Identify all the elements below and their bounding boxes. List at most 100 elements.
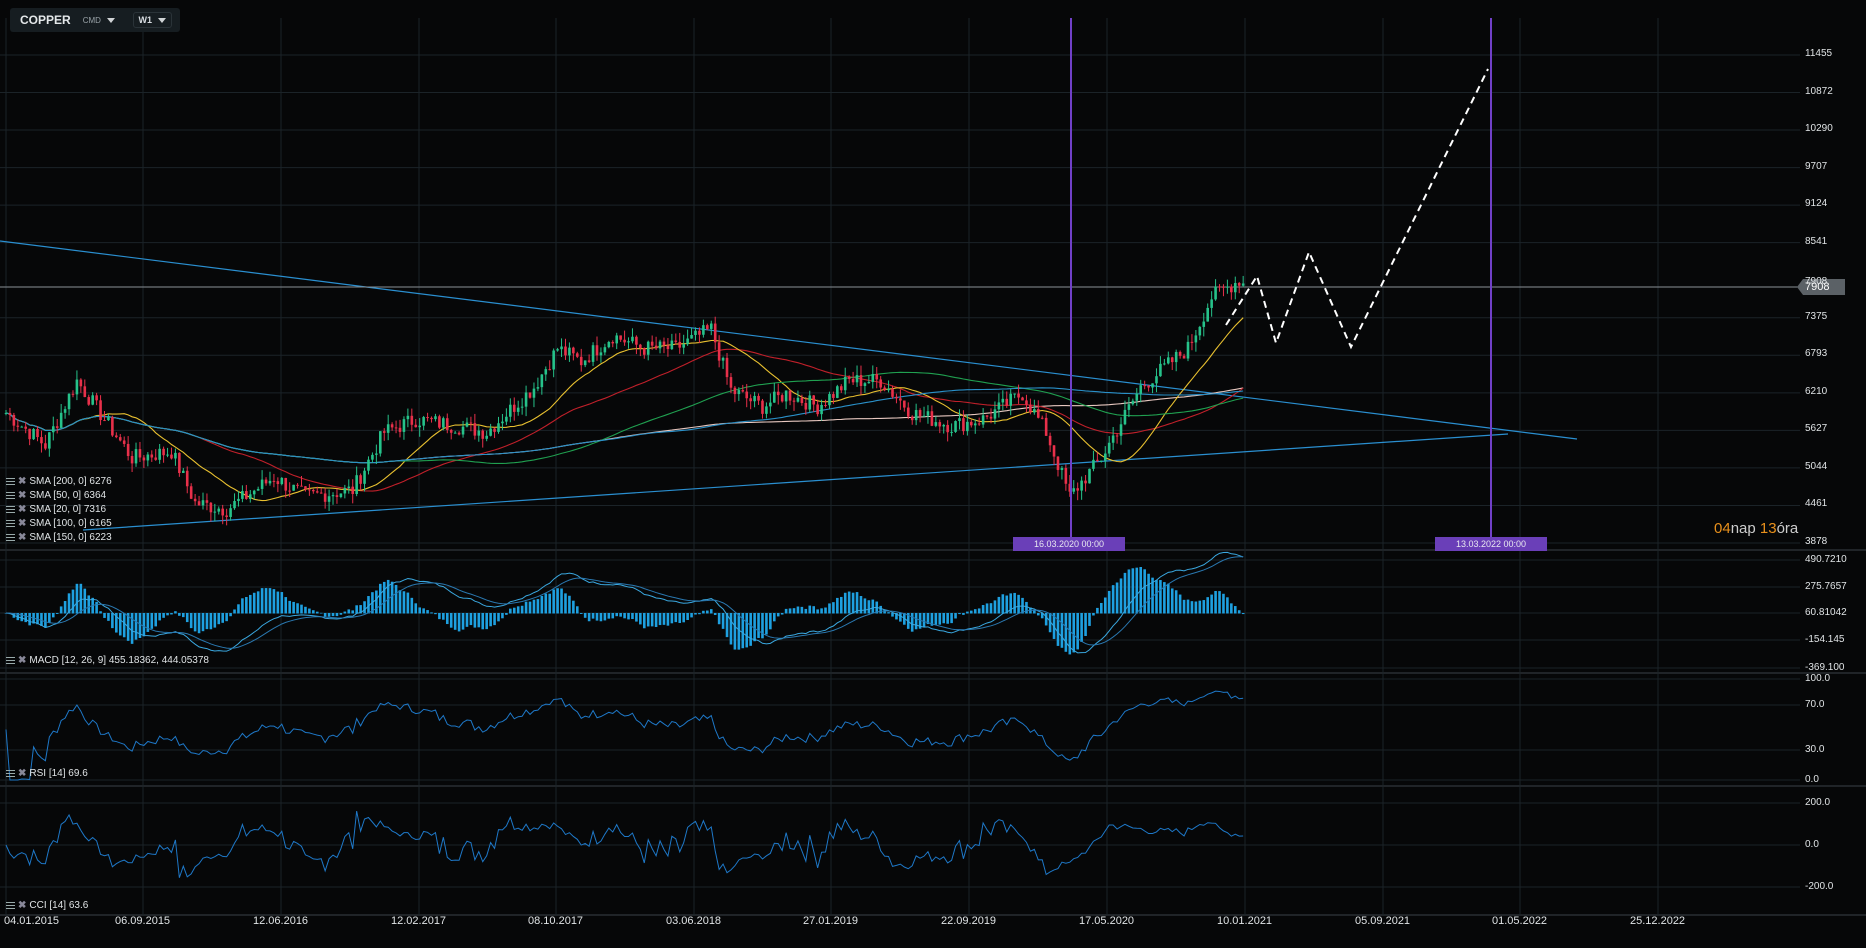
remove-icon[interactable]: ✖ xyxy=(18,655,26,666)
remove-icon[interactable]: ✖ xyxy=(18,476,26,487)
symbol-toolbar: COPPER CMD W1 xyxy=(10,8,180,32)
macd-histogram-bar xyxy=(237,604,240,614)
symbol-dropdown-icon[interactable] xyxy=(106,17,115,23)
settings-icon[interactable] xyxy=(6,492,15,499)
macd-histogram-bar xyxy=(268,588,272,614)
candle-body xyxy=(1202,321,1206,327)
candle-body xyxy=(560,346,563,350)
price-tick-label: 7908 xyxy=(1805,276,1828,288)
macd-histogram-bar xyxy=(524,601,528,614)
settings-icon[interactable] xyxy=(6,478,15,485)
candle-body xyxy=(867,381,871,384)
candle-body xyxy=(1186,341,1190,359)
candle-body xyxy=(654,345,658,349)
macd-histogram-bar xyxy=(201,613,205,632)
candle-body xyxy=(59,412,63,428)
candle-body xyxy=(993,409,997,419)
candle-body xyxy=(449,429,453,433)
macd-histogram-bar xyxy=(532,599,536,614)
indicator-label: SMA [200, 0] 6276 xyxy=(29,476,112,487)
candle-body xyxy=(241,491,244,499)
macd-histogram-bar xyxy=(717,613,721,625)
remove-icon[interactable]: ✖ xyxy=(18,490,26,501)
macd-histogram-bar xyxy=(962,613,965,615)
macd-histogram-bar xyxy=(1001,594,1005,614)
remove-icon[interactable]: ✖ xyxy=(18,518,26,529)
settings-icon[interactable] xyxy=(6,770,15,777)
macd-histogram-bar xyxy=(252,592,256,614)
macd-histogram-bar xyxy=(264,588,268,614)
symbol-label[interactable]: COPPER xyxy=(20,13,71,27)
candle-body xyxy=(48,432,51,449)
remove-icon[interactable]: ✖ xyxy=(18,900,26,911)
x-tick-label: 03.06.2018 xyxy=(666,915,722,927)
candle-body xyxy=(784,390,788,402)
timeframe-select[interactable]: W1 xyxy=(132,12,172,28)
candle-body xyxy=(851,378,855,383)
candle-body xyxy=(930,411,934,426)
cci-tick-label: 200.0 xyxy=(1805,797,1831,808)
candle-body xyxy=(264,479,268,484)
candle-body xyxy=(4,412,8,414)
macd-histogram-bar xyxy=(966,611,969,614)
candle-body xyxy=(812,395,815,405)
macd-histogram-bar xyxy=(1064,613,1068,652)
macd-legend[interactable]: ✖ MACD [12, 26, 9] 455.18362, 444.05378 xyxy=(6,655,209,666)
candle-body xyxy=(146,454,150,461)
rsi-legend[interactable]: ✖ RSI [14] 69.6 xyxy=(6,768,88,779)
macd-histogram-bar xyxy=(863,598,867,614)
marker-date-tag[interactable]: 13.03.2022 00:00 xyxy=(1435,537,1547,551)
sma-legend[interactable]: ✖ SMA [200, 0] 6276 xyxy=(6,476,112,487)
macd-tick-label: 60.81042 xyxy=(1805,607,1847,618)
settings-icon[interactable] xyxy=(6,902,15,909)
macd-histogram-bar xyxy=(414,603,418,614)
macd-histogram-bar xyxy=(142,613,146,637)
settings-icon[interactable] xyxy=(6,534,15,541)
settings-icon[interactable] xyxy=(6,657,15,664)
marker-date-tag[interactable]: 16.03.2020 00:00 xyxy=(1013,537,1125,551)
macd-histogram-bar xyxy=(548,593,552,614)
candle-body xyxy=(792,400,796,402)
macd-histogram-bar xyxy=(221,613,224,623)
chart-canvas[interactable] xyxy=(0,0,1866,948)
candle-body xyxy=(883,387,886,391)
macd-histogram-bar xyxy=(162,613,165,618)
macd-histogram-bar xyxy=(954,613,957,619)
remove-icon[interactable]: ✖ xyxy=(18,532,26,543)
macd-histogram-bar xyxy=(497,613,500,622)
candle-body xyxy=(276,481,280,485)
settings-icon[interactable] xyxy=(6,520,15,527)
candle-body xyxy=(966,421,969,432)
macd-histogram-bar xyxy=(796,606,800,614)
candle-body xyxy=(599,352,603,356)
candle-body xyxy=(347,486,351,489)
candle-body xyxy=(509,404,512,417)
candle-body xyxy=(875,373,879,380)
macd-histogram-bar xyxy=(1107,590,1111,614)
remove-icon[interactable]: ✖ xyxy=(18,768,26,779)
remove-icon[interactable]: ✖ xyxy=(18,504,26,515)
candle-body xyxy=(631,336,634,342)
candle-body xyxy=(477,430,481,436)
sma-legend[interactable]: ✖ SMA [50, 0] 6364 xyxy=(6,490,106,501)
macd-histogram-bar xyxy=(63,601,67,614)
macd-histogram-bar xyxy=(1218,591,1221,614)
macd-histogram-bar xyxy=(55,613,59,614)
candle-body xyxy=(516,407,520,412)
candle-body xyxy=(725,357,729,378)
sma-legend[interactable]: ✖ SMA [150, 0] 6223 xyxy=(6,532,112,543)
candle-body xyxy=(1001,398,1005,403)
macd-histogram-bar xyxy=(1135,567,1139,614)
macd-histogram-bar xyxy=(970,610,973,614)
sma-legend[interactable]: ✖ SMA [100, 0] 6165 xyxy=(6,518,112,529)
candle-body xyxy=(44,443,47,449)
settings-icon[interactable] xyxy=(6,506,15,513)
candle-body xyxy=(690,334,693,339)
cci-legend[interactable]: ✖ CCI [14] 63.6 xyxy=(6,900,88,911)
candle-body xyxy=(296,484,299,486)
candle-body xyxy=(268,480,272,484)
sma-legend[interactable]: ✖ SMA [20, 0] 7316 xyxy=(6,504,106,515)
macd-histogram-bar xyxy=(1167,583,1170,614)
macd-histogram-bar xyxy=(1194,601,1198,614)
candle-body xyxy=(619,335,622,340)
